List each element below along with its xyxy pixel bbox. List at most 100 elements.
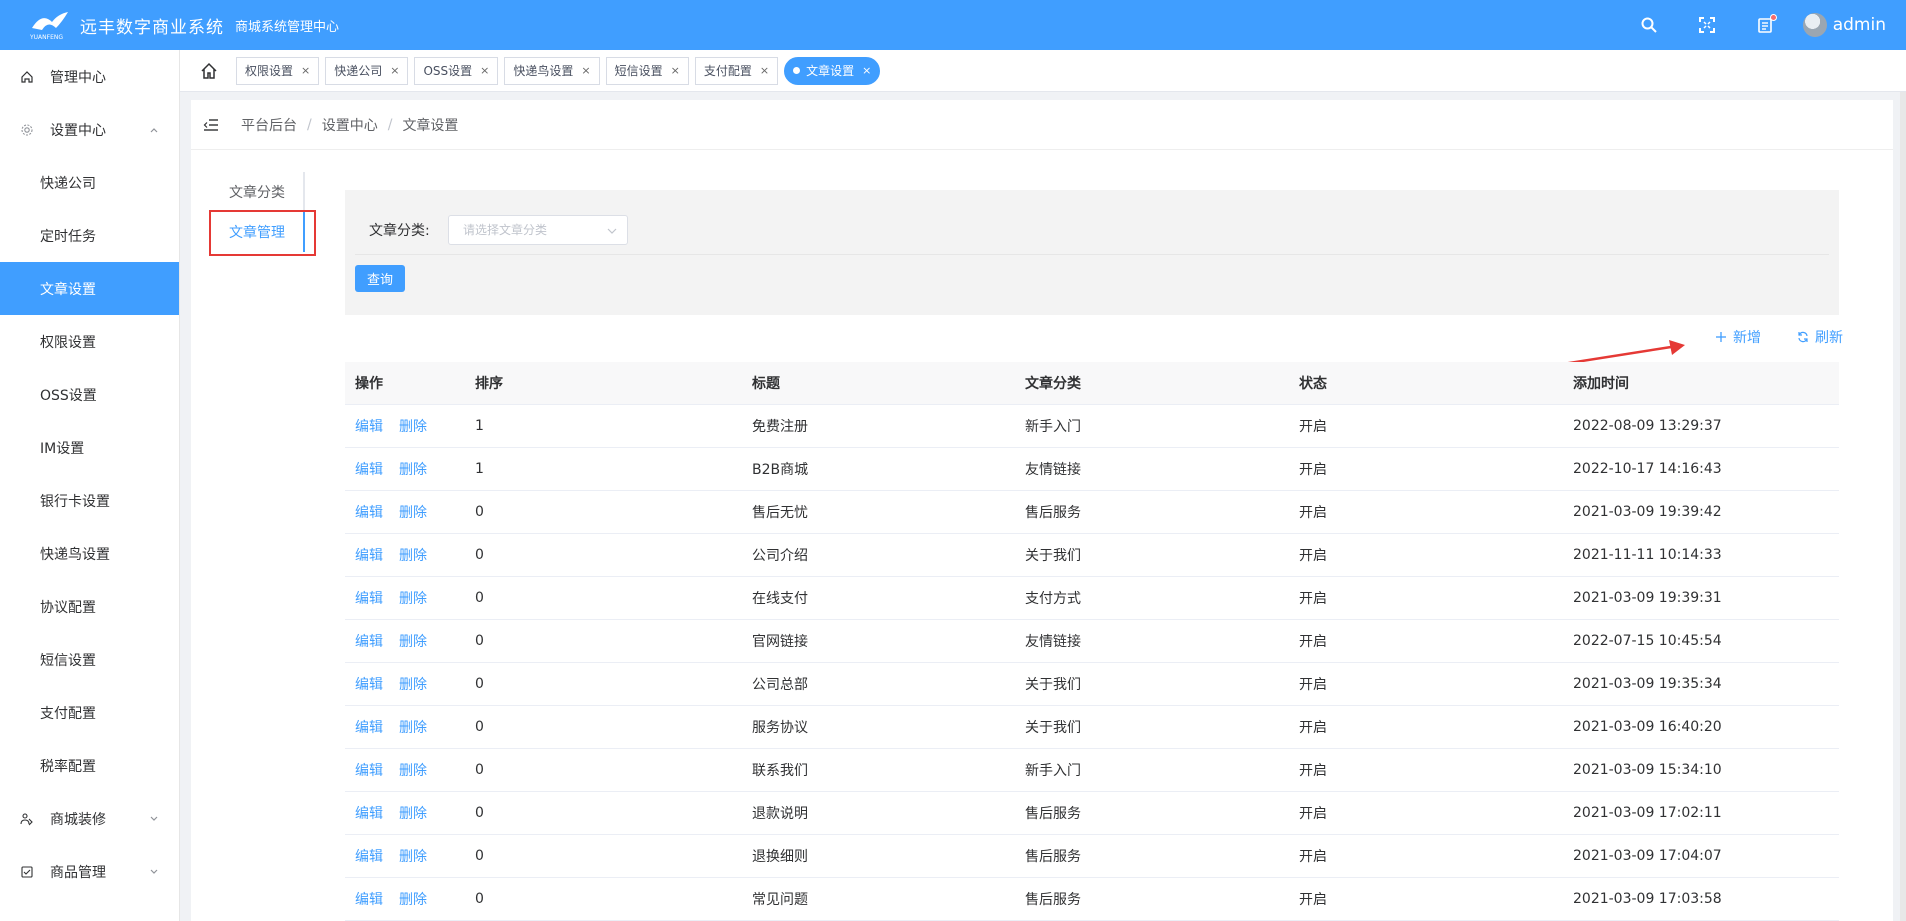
close-icon[interactable]: × xyxy=(581,64,590,77)
sidebar-item-bank-card-settings[interactable]: 银行卡设置 xyxy=(0,474,179,527)
avatar[interactable] xyxy=(1802,13,1827,37)
column-header: 排序 xyxy=(475,376,503,392)
cell-sort: 0 xyxy=(475,504,484,520)
edit-link[interactable]: 编辑 xyxy=(355,502,383,522)
tab-article-settings[interactable]: 文章设置 × xyxy=(784,56,881,85)
sidebar-item-kdniao-settings[interactable]: 快递鸟设置 xyxy=(0,527,179,580)
home-tab-icon[interactable] xyxy=(200,62,218,80)
fullscreen-icon[interactable] xyxy=(1697,15,1717,35)
edit-link[interactable]: 编辑 xyxy=(355,674,383,694)
tab-express-company[interactable]: 快递公司 × xyxy=(325,56,409,85)
edit-link[interactable]: 编辑 xyxy=(355,803,383,823)
sidebar-item-tax-config[interactable]: 税率配置 xyxy=(0,739,179,792)
sidebar-item-im-settings[interactable]: IM设置 xyxy=(0,421,179,474)
cell-time: 2021-03-09 19:39:42 xyxy=(1573,504,1722,520)
delete-link[interactable]: 删除 xyxy=(399,459,427,479)
add-button[interactable]: 新增 xyxy=(1715,327,1761,347)
sidebar-item-permission-settings[interactable]: 权限设置 xyxy=(0,315,179,368)
cell-sort: 1 xyxy=(475,418,484,434)
sidebar-item-goods-management[interactable]: 商品管理 xyxy=(0,845,179,898)
menu-collapse-icon[interactable] xyxy=(203,117,219,133)
delete-link[interactable]: 删除 xyxy=(399,717,427,737)
column-header: 添加时间 xyxy=(1573,376,1629,392)
edit-link[interactable]: 编辑 xyxy=(355,889,383,909)
edit-link[interactable]: 编辑 xyxy=(355,846,383,866)
close-icon[interactable]: × xyxy=(862,64,871,77)
breadcrumb-item[interactable]: 设置中心 xyxy=(322,115,378,135)
sidebar-item-payment-config[interactable]: 支付配置 xyxy=(0,686,179,739)
row-actions: 编辑 删除 xyxy=(345,631,465,651)
edit-link[interactable]: 编辑 xyxy=(355,760,383,780)
breadcrumb-item[interactable]: 平台后台 xyxy=(241,115,297,135)
delete-link[interactable]: 删除 xyxy=(399,502,427,522)
sidebar-item-scheduled-tasks[interactable]: 定时任务 xyxy=(0,209,179,262)
cell-category: 关于我们 xyxy=(1025,720,1081,736)
query-button[interactable]: 查询 xyxy=(355,265,405,292)
delete-link[interactable]: 删除 xyxy=(399,803,427,823)
sidebar-item-mall-decoration[interactable]: 商城装修 xyxy=(0,792,179,845)
cell-title: 在线支付 xyxy=(752,591,808,607)
chevron-down-icon xyxy=(150,869,158,874)
sidebar-item-oss-settings[interactable]: OSS设置 xyxy=(0,368,179,421)
logo-mark-icon: YUANFENG xyxy=(28,8,74,42)
edit-link[interactable]: 编辑 xyxy=(355,416,383,436)
edit-link[interactable]: 编辑 xyxy=(355,717,383,737)
page-scrollbar[interactable] xyxy=(1900,92,1906,921)
cell-sort: 0 xyxy=(475,848,484,864)
tab-article-category[interactable]: 文章分类 xyxy=(209,172,305,212)
edit-link[interactable]: 编辑 xyxy=(355,631,383,651)
cell-status: 开启 xyxy=(1299,419,1327,435)
cell-time: 2021-03-09 19:35:34 xyxy=(1573,676,1722,692)
cell-sort: 0 xyxy=(475,891,484,907)
delete-link[interactable]: 删除 xyxy=(399,588,427,608)
cell-status: 开启 xyxy=(1299,720,1327,736)
sidebar-item-express-company[interactable]: 快递公司 xyxy=(0,156,179,209)
app-name: 远丰数字商业系统 xyxy=(80,17,224,38)
add-label: 新增 xyxy=(1733,330,1761,346)
tab-label: 支付配置 xyxy=(703,64,752,78)
notification-icon[interactable] xyxy=(1755,14,1777,35)
sidebar-item-sms-settings[interactable]: 短信设置 xyxy=(0,633,179,686)
delete-link[interactable]: 删除 xyxy=(399,545,427,565)
article-category-select[interactable]: 请选择文章分类 xyxy=(448,215,628,245)
row-actions: 编辑 删除 xyxy=(345,459,465,479)
chevron-down-icon xyxy=(607,228,617,234)
sidebar-item-settings-center[interactable]: 设置中心 xyxy=(0,103,179,156)
tab-permission-settings[interactable]: 权限设置 × xyxy=(236,56,320,85)
close-icon[interactable]: × xyxy=(390,64,399,77)
delete-link[interactable]: 删除 xyxy=(399,846,427,866)
sidebar-item-agreement-config[interactable]: 协议配置 xyxy=(0,580,179,633)
refresh-button[interactable]: 刷新 xyxy=(1797,327,1843,347)
chevron-up-icon xyxy=(150,127,158,132)
close-icon[interactable]: × xyxy=(480,64,489,77)
cell-title: 官网链接 xyxy=(752,634,808,650)
cell-title: 服务协议 xyxy=(752,720,808,736)
cell-sort: 0 xyxy=(475,547,484,563)
delete-link[interactable]: 删除 xyxy=(399,760,427,780)
close-icon[interactable]: × xyxy=(301,64,310,77)
cell-category: 售后服务 xyxy=(1025,806,1081,822)
search-icon[interactable] xyxy=(1639,15,1659,35)
delete-link[interactable]: 删除 xyxy=(399,889,427,909)
table-header: 操作 排序 标题 文章分类 状态 添加时间 xyxy=(345,362,1839,405)
tab-sms-settings[interactable]: 短信设置 × xyxy=(605,56,689,85)
close-icon[interactable]: × xyxy=(760,64,769,77)
edit-link[interactable]: 编辑 xyxy=(355,545,383,565)
delete-link[interactable]: 删除 xyxy=(399,631,427,651)
cell-sort: 0 xyxy=(475,762,484,778)
edit-link[interactable]: 编辑 xyxy=(355,459,383,479)
logo[interactable]: YUANFENG 远丰数字商业系统 xyxy=(0,8,235,42)
user-name[interactable]: admin xyxy=(1833,15,1886,35)
sidebar-item-article-settings[interactable]: 文章设置 xyxy=(0,262,179,315)
tab-payment-config[interactable]: 支付配置 × xyxy=(694,56,779,85)
delete-link[interactable]: 删除 xyxy=(399,674,427,694)
cell-sort: 0 xyxy=(475,633,484,649)
delete-link[interactable]: 删除 xyxy=(399,416,427,436)
chevron-down-icon xyxy=(150,816,158,821)
tab-kdniao-settings[interactable]: 快递鸟设置 × xyxy=(504,56,600,85)
close-icon[interactable]: × xyxy=(671,64,680,77)
sidebar-item-management-center[interactable]: 管理中心 xyxy=(0,50,179,103)
edit-link[interactable]: 编辑 xyxy=(355,588,383,608)
tab-oss-settings[interactable]: OSS设置 × xyxy=(414,56,499,85)
cell-category: 售后服务 xyxy=(1025,849,1081,865)
